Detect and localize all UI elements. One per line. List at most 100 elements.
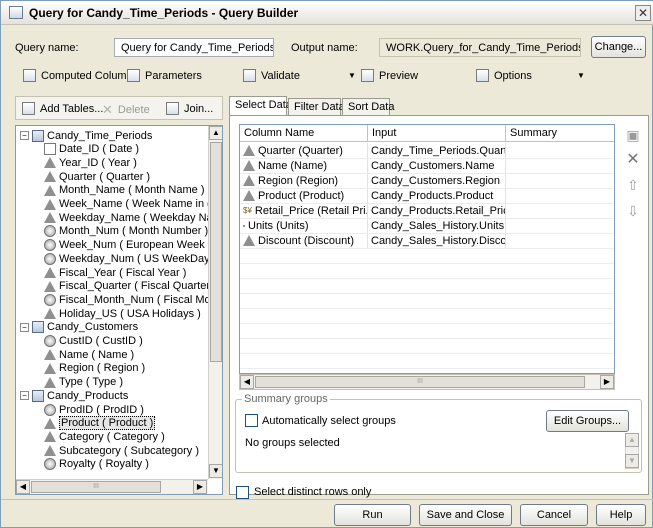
tree-scroll-thumb[interactable]	[210, 142, 222, 362]
title-bar[interactable]: Query for Candy_Time_Periods - Query Bui…	[1, 1, 653, 25]
tree-column-node[interactable]: Region ( Region )	[44, 362, 145, 375]
tree-table-node[interactable]: − Candy_Products	[20, 389, 128, 402]
summary-cell[interactable]	[506, 173, 614, 188]
input-cell[interactable]: Candy_Sales_History.Discount	[368, 233, 506, 248]
tree-column-node[interactable]: Fiscal_Year ( Fiscal Year )	[44, 266, 186, 279]
parameters-button[interactable]: Parameters	[127, 69, 202, 82]
tree-column-node[interactable]: Quarter ( Quarter )	[44, 170, 150, 183]
input-cell[interactable]: Candy_Sales_History.Units	[368, 218, 506, 233]
tree-column-node[interactable]: Week_Name ( Week Name in d	[44, 198, 213, 211]
grid-scroll-right-icon[interactable]: ▶	[600, 375, 614, 389]
distinct-rows-checkbox[interactable]	[236, 486, 249, 499]
column-name-cell[interactable]: $¥ Retail_Price (Retail Pri...	[240, 203, 368, 218]
move-down-icon[interactable]: ⇩	[622, 200, 644, 222]
summary-cell[interactable]	[506, 203, 614, 218]
delete-button[interactable]: ✕ Delete	[102, 102, 150, 118]
tree-column-node[interactable]: Fiscal_Quarter ( Fiscal Quarter )	[44, 280, 217, 293]
summary-cell[interactable]	[506, 143, 614, 158]
remove-column-icon[interactable]: ✕	[622, 148, 644, 170]
scroll-up-icon[interactable]: ▲	[209, 126, 222, 140]
tree-table-node[interactable]: − Candy_Customers	[20, 321, 138, 334]
tree-column-node[interactable]: Holiday_US ( USA Holidays )	[44, 307, 201, 320]
preview-button[interactable]: Preview	[361, 69, 418, 82]
input-cell[interactable]: Candy_Products.Product	[368, 188, 506, 203]
summary-cell[interactable]	[506, 233, 614, 248]
tree-column-node[interactable]: Name ( Name )	[44, 348, 134, 361]
groups-scroll-down-icon[interactable]: ▼	[625, 454, 639, 468]
collapse-icon[interactable]: −	[20, 391, 29, 401]
computed-columns-button[interactable]: Computed Columns	[23, 69, 138, 82]
column-name-cell[interactable]: Discount (Discount)	[240, 233, 368, 248]
change-button[interactable]: Change...	[591, 36, 646, 58]
grid-hscroll-thumb[interactable]: III	[255, 376, 585, 388]
tab-filter-data[interactable]: Filter Data	[288, 98, 345, 116]
options-dropdown-icon[interactable]: ▼	[577, 71, 585, 80]
tree-column-node[interactable]: Subcategory ( Subcategory )	[44, 444, 199, 457]
tab-select-data[interactable]: Select Data	[229, 96, 292, 116]
distinct-rows-label[interactable]: Select distinct rows only	[254, 486, 371, 498]
tree-column-node[interactable]: Weekday_Num ( US WeekDay	[44, 252, 210, 265]
input-cell[interactable]: Candy_Products.Retail_Price	[368, 203, 506, 218]
input-cell[interactable]: Candy_Customers.Region	[368, 173, 506, 188]
auto-select-groups-label[interactable]: Automatically select groups	[262, 415, 396, 427]
tree-column-node[interactable]: Month_Num ( Month Number )	[44, 225, 208, 238]
tree-vertical-scrollbar[interactable]: ▲ ▼	[208, 126, 222, 479]
run-button[interactable]: Run	[334, 504, 411, 526]
cell-text: Candy_Products.Product	[371, 189, 494, 202]
tables-tree[interactable]: − Candy_Time_Periods Date_ID ( Date ) Year_…	[15, 125, 223, 495]
tree-column-node[interactable]: Year_ID ( Year )	[44, 156, 137, 169]
scroll-left-icon[interactable]: ◀	[16, 480, 30, 494]
input-cell[interactable]: Candy_Time_Periods.Quarter	[368, 143, 506, 158]
column-name-cell[interactable]: Region (Region)	[240, 173, 368, 188]
column-name-cell[interactable]: Quarter (Quarter)	[240, 143, 368, 158]
summary-cell[interactable]	[506, 158, 614, 173]
input-header[interactable]: Input	[368, 125, 506, 142]
move-up-icon[interactable]: ⇧	[622, 174, 644, 196]
help-button[interactable]: Help	[596, 504, 646, 526]
save-and-close-button[interactable]: Save and Close	[419, 504, 512, 526]
summary-cell[interactable]	[506, 218, 614, 233]
column-name-header[interactable]: Column Name	[240, 125, 368, 142]
tab-sort-data[interactable]: Sort Data	[342, 98, 394, 116]
column-name-cell[interactable]: Product (Product)	[240, 188, 368, 203]
add-tables-button[interactable]: Add Tables...	[22, 102, 103, 115]
tree-table-node[interactable]: − Candy_Time_Periods	[20, 129, 152, 142]
auto-select-groups-checkbox[interactable]	[245, 414, 258, 427]
column-name-cell[interactable]: Units (Units)	[240, 218, 368, 233]
join-button[interactable]: Join...	[166, 102, 213, 115]
tree-column-node[interactable]: Date_ID ( Date )	[44, 143, 139, 156]
summary-cell[interactable]	[506, 188, 614, 203]
tree-hscroll-thumb[interactable]: III	[31, 481, 161, 493]
summary-header[interactable]: Summary	[506, 125, 614, 142]
input-cell[interactable]: Candy_Customers.Name	[368, 158, 506, 173]
tree-column-node[interactable]: Royalty ( Royalty )	[44, 458, 149, 471]
query-name-input[interactable]: Query for Candy_Time_Periods	[114, 38, 274, 57]
tree-column-node[interactable]: Week_Num ( European Week N	[44, 239, 216, 252]
tree-horizontal-scrollbar[interactable]: ◀ III ▶	[16, 479, 208, 494]
validate-button[interactable]: Validate	[243, 69, 300, 82]
options-button[interactable]: Options	[476, 69, 532, 82]
collapse-icon[interactable]: −	[20, 322, 29, 332]
column-name-cell[interactable]: Name (Name)	[240, 158, 368, 173]
properties-icon[interactable]: ▣	[622, 124, 644, 146]
tree-column-node[interactable]: ProdID ( ProdID )	[44, 403, 144, 416]
select-data-grid[interactable]: Column Name Input Summary Quarter (Quart…	[239, 124, 615, 374]
tree-column-node[interactable]: Weekday_Name ( Weekday Na	[44, 211, 213, 224]
close-icon[interactable]: ✕	[635, 5, 651, 21]
scroll-right-icon[interactable]: ▶	[193, 480, 207, 494]
scroll-down-icon[interactable]: ▼	[209, 464, 222, 478]
tree-column-node[interactable]: CustID ( CustID )	[44, 335, 143, 348]
cancel-button[interactable]: Cancel	[520, 504, 588, 526]
tree-column-node[interactable]: Fiscal_Month_Num ( Fiscal Mont	[44, 293, 220, 306]
groups-scroll-up-icon[interactable]: ▲	[625, 433, 639, 447]
grid-scroll-left-icon[interactable]: ◀	[240, 375, 254, 389]
tree-column-node[interactable]: Category ( Category )	[44, 430, 165, 443]
tree-column-node[interactable]: Product ( Product )	[44, 416, 156, 431]
collapse-icon[interactable]: −	[20, 131, 29, 140]
groups-scrollbar[interactable]: ▲ ▼	[625, 433, 639, 469]
tree-column-node[interactable]: Type ( Type )	[44, 376, 123, 389]
tree-column-node[interactable]: Month_Name ( Month Name )	[44, 184, 205, 197]
edit-groups-button[interactable]: Edit Groups...	[546, 410, 629, 432]
validate-dropdown-icon[interactable]: ▼	[348, 71, 356, 80]
grid-horizontal-scrollbar[interactable]: ◀ III ▶	[239, 374, 615, 390]
